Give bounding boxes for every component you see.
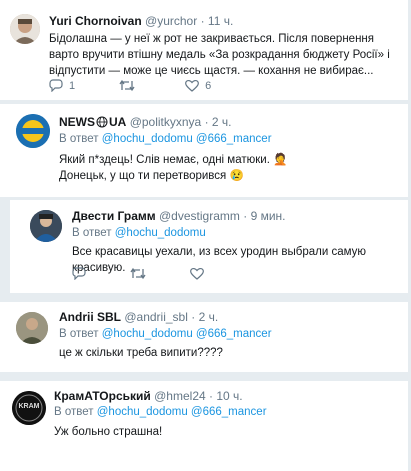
author-name[interactable]: КрамАТОрський xyxy=(54,389,151,403)
avatar[interactable] xyxy=(16,312,48,344)
globe-icon xyxy=(96,116,108,132)
reply-button[interactable]: 1 xyxy=(49,79,75,92)
author-handle[interactable]: @dvestigramm xyxy=(159,209,240,223)
mention-link[interactable]: @hochu_dodomu xyxy=(102,133,193,145)
author-handle[interactable]: @politkyxnya xyxy=(130,115,202,129)
mention-link[interactable]: @hochu_dodomu xyxy=(97,406,188,418)
reply-to-label: В ответ xyxy=(54,406,94,418)
timestamp[interactable]: 2 ч. xyxy=(212,115,232,129)
separator: · xyxy=(204,115,209,129)
mention-link[interactable]: @hochu_dodomu xyxy=(115,227,206,239)
tweet-yuri[interactable]: Yuri Chornoivan @yurchor · 11 ч. Бідолаш… xyxy=(0,0,408,100)
author-handle[interactable]: @yurchor xyxy=(145,14,197,28)
reply-context: В ответ @hochu_dodomu @666_mancer xyxy=(59,327,272,342)
tweet-text: Бідолашна — у неї ж рот не закривається.… xyxy=(49,33,390,77)
reply-icon xyxy=(49,79,63,92)
tweet-dvestigramm[interactable]: Двести Грамм @dvestigramm · 9 мин. В отв… xyxy=(10,200,408,293)
tweet-newsua[interactable]: NEWS UA @politkyxnya · 2 ч. В ответ @hoch… xyxy=(0,104,408,197)
tweet-kramatorsky[interactable]: KRAM КрамАТОрський @hmel24 · 10 ч. В отв… xyxy=(0,381,408,471)
author-name[interactable]: Andrii SBL xyxy=(59,310,121,324)
like-button[interactable] xyxy=(190,267,204,280)
reply-count: 1 xyxy=(69,79,76,92)
author-handle[interactable]: @hmel24 xyxy=(154,389,206,403)
avatar[interactable] xyxy=(16,114,50,148)
like-button[interactable]: 6 xyxy=(185,79,211,92)
separator: · xyxy=(200,14,205,28)
tweet-text: Який п*здець! Слів немає, одні матюки. 🤦… xyxy=(59,152,399,184)
reply-to-label: В ответ xyxy=(59,133,99,145)
separator: · xyxy=(243,209,248,223)
reply-context: В ответ @hochu_dodomu xyxy=(72,226,206,241)
retweet-icon xyxy=(130,267,146,280)
like-count: 6 xyxy=(205,79,212,92)
tweet-andrii[interactable]: Andrii SBL @andrii_sbl · 2 ч. В ответ @h… xyxy=(0,302,408,372)
retweet-button[interactable] xyxy=(119,79,135,92)
timestamp[interactable]: 2 ч. xyxy=(199,310,219,324)
avatar-logo-text: KRAM xyxy=(18,403,40,410)
reply-context: В ответ @hochu_dodomu @666_mancer xyxy=(54,405,267,420)
avatar[interactable] xyxy=(30,210,62,242)
separator: · xyxy=(209,389,214,403)
reply-icon xyxy=(72,267,86,280)
mention-link[interactable]: @hochu_dodomu xyxy=(102,328,193,340)
timestamp[interactable]: 10 ч. xyxy=(216,389,242,403)
author-name[interactable]: Yuri Chornoivan xyxy=(49,14,142,28)
timestamp[interactable]: 9 мин. xyxy=(251,209,286,223)
tweet-text: Уж больно страшна! xyxy=(54,426,163,438)
mention-link[interactable]: @666_mancer xyxy=(196,133,272,145)
timestamp[interactable]: 11 ч. xyxy=(208,14,233,28)
reply-button[interactable] xyxy=(72,267,86,280)
mention-link[interactable]: @666_mancer xyxy=(191,406,267,418)
author-name[interactable]: Двести Грамм xyxy=(72,209,156,223)
author-handle[interactable]: @andrii_sbl xyxy=(124,310,188,324)
tweet-text: це ж скільки треба випити???? xyxy=(59,347,223,359)
reply-to-label: В ответ xyxy=(72,227,112,239)
mention-link[interactable]: @666_mancer xyxy=(196,328,272,340)
separator: · xyxy=(191,310,196,324)
author-name[interactable]: NEWS xyxy=(59,115,95,129)
heart-icon xyxy=(190,267,204,280)
author-name-suffix[interactable]: UA xyxy=(109,115,126,129)
reply-to-label: В ответ xyxy=(59,328,99,340)
avatar[interactable] xyxy=(10,14,40,44)
reply-context: В ответ @hochu_dodomu @666_mancer xyxy=(59,132,272,147)
tweet-text-line: Донецьк, у що ти перетворився 😢 xyxy=(59,170,244,182)
retweet-button[interactable] xyxy=(130,267,146,280)
retweet-icon xyxy=(119,79,135,92)
avatar[interactable]: KRAM xyxy=(12,391,46,425)
heart-icon xyxy=(185,79,200,92)
tweet-text-line: Який п*здець! Слів немає, одні матюки. 🤦 xyxy=(59,154,288,166)
